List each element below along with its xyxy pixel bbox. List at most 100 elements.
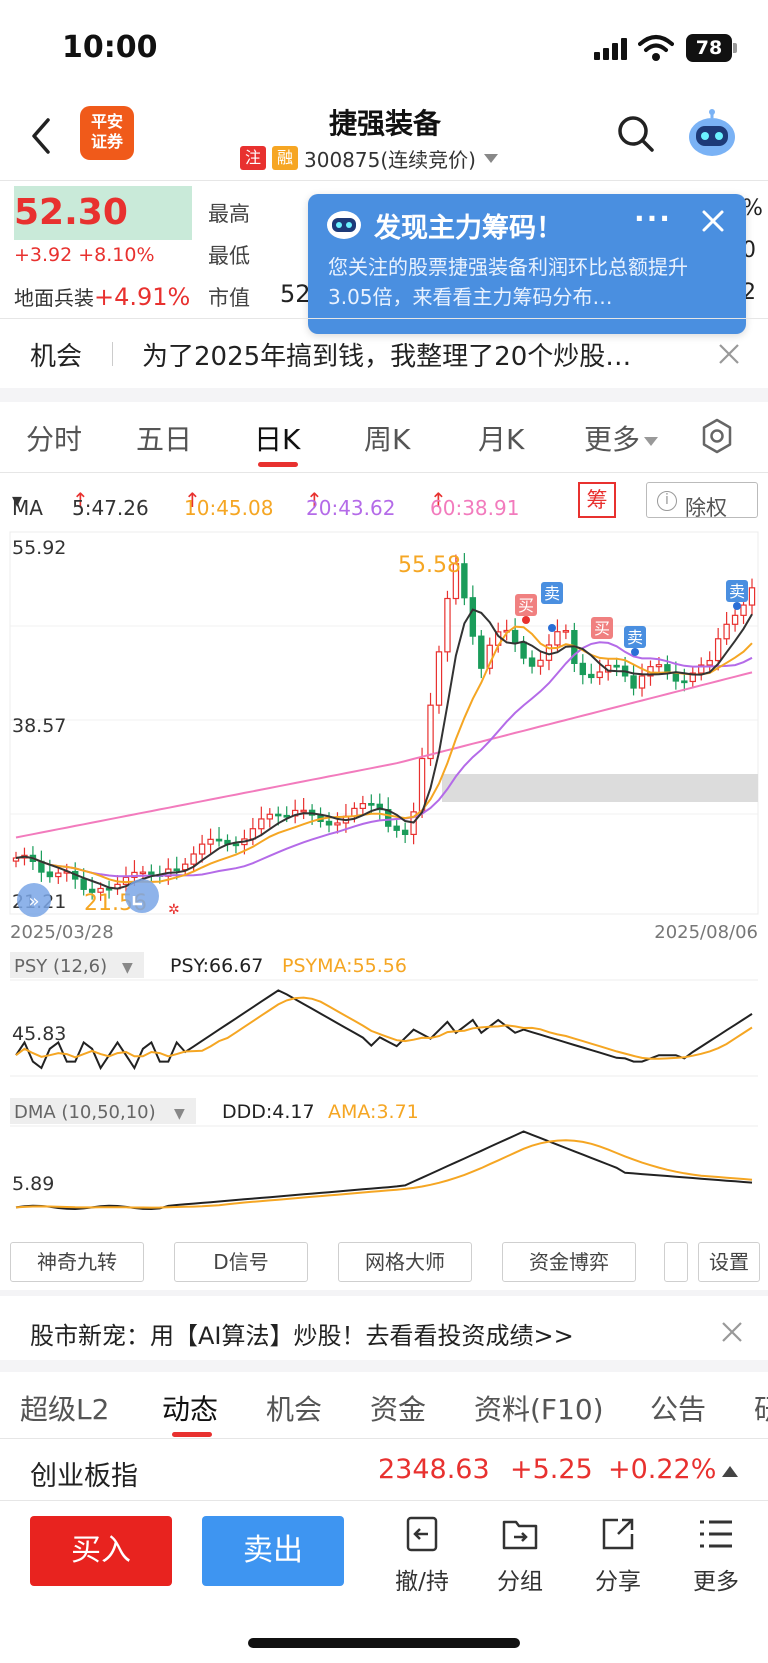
cellular-signal-icon	[594, 38, 627, 60]
share-button[interactable]: 分享	[578, 1514, 658, 1596]
current-price: 52.30	[14, 192, 128, 233]
ma-label: MA	[12, 496, 43, 520]
candle-up	[418, 757, 426, 813]
stock-code-selector[interactable]: 注 融 300875(连续竞价)	[240, 144, 498, 172]
close-icon[interactable]	[717, 342, 741, 366]
more-button[interactable]: 更多	[676, 1514, 756, 1596]
ma20-text: 20:43.62	[306, 496, 396, 520]
candle-down	[469, 597, 477, 637]
tab-five-day[interactable]: 五日	[136, 418, 192, 458]
registration-tag: 注	[240, 146, 266, 170]
kline-frame	[9, 531, 759, 915]
buy-signal-marker: 买	[591, 617, 613, 639]
cancel-order-icon	[406, 1516, 438, 1552]
chart-fullscreen-button	[125, 879, 159, 913]
info-icon: i	[657, 491, 677, 511]
ai-promo-banner[interactable]: 股市新宠：用【AI算法】炒股！去看看投资成绩>>	[0, 1298, 768, 1366]
chevron-down-icon: ▼	[122, 960, 133, 976]
close-icon[interactable]	[720, 1320, 744, 1344]
tool-overflow-button[interactable]	[664, 1242, 688, 1282]
back-arrow-icon[interactable]	[26, 116, 56, 156]
ama-value: AMA:3.71	[328, 1101, 419, 1123]
margin-tag: 融	[272, 146, 298, 170]
chip-distribution-button[interactable]: 筹	[578, 482, 616, 518]
group-button[interactable]: 分组	[480, 1514, 560, 1596]
share-label: 分享	[595, 1569, 641, 1595]
ma60-text: 60:38.91	[430, 496, 520, 520]
cancel-hold-label: 撤/持	[395, 1569, 449, 1595]
sector-change[interactable]: 地面兵装+4.91%	[14, 282, 190, 311]
popup-message: 您关注的股票捷强装备利润环比总额提升3.05倍，来看看主力筹码分布…	[328, 255, 688, 309]
stock-header: 平安 证券 捷强装备 注 融 300875(连续竞价)	[0, 96, 768, 180]
sell-signal-text: 卖	[544, 584, 560, 603]
candle-up	[596, 671, 603, 679]
tab-weekly-k[interactable]: 周K	[364, 418, 410, 458]
candle-up	[266, 813, 273, 820]
tab-capital[interactable]: 资金	[370, 1388, 426, 1428]
candle-down	[173, 868, 180, 872]
candle-up	[55, 872, 62, 878]
opportunity-news-bar[interactable]: 机会 为了2025年搞到钱，我整理了20个炒股…	[0, 320, 768, 386]
ma10-text: 10:45.08	[184, 496, 274, 520]
sell-signal-marker: 卖	[726, 580, 748, 602]
battery-tip	[733, 43, 737, 53]
tools-settings-button[interactable]: 设置	[698, 1242, 760, 1282]
tab-news-feed[interactable]: 动态	[162, 1388, 218, 1428]
magic-nine-button[interactable]: 神奇九转	[10, 1242, 144, 1282]
chart-period-tabs: 分时 五日 日K 周K 月K 更多	[0, 404, 768, 470]
more-icon[interactable]: ···	[634, 202, 672, 235]
candle-up	[427, 704, 434, 760]
search-icon[interactable]	[616, 114, 656, 154]
tab-daily-k[interactable]: 日K	[254, 418, 300, 458]
kline-y-top: 55.92	[12, 537, 66, 559]
grid-master-button[interactable]: 网格大师	[338, 1242, 472, 1282]
sell-dot	[631, 648, 639, 656]
tab-announcement[interactable]: 公告	[650, 1388, 706, 1428]
tab-monthly-k[interactable]: 月K	[478, 418, 524, 458]
home-indicator	[248, 1638, 520, 1648]
ddd-value: DDD:4.17	[222, 1101, 315, 1123]
gap-zone	[442, 774, 758, 802]
section-gap	[0, 388, 768, 402]
ai-assistant-robot-icon[interactable]	[686, 108, 738, 160]
tab-super-l2[interactable]: 超级L2	[20, 1388, 109, 1428]
candle-down	[325, 820, 333, 826]
ma10-value: 10:45.08 ↑	[184, 488, 273, 520]
candle-down	[681, 680, 688, 684]
index-ticker-row[interactable]: 创业板指 2348.63 +5.25 +0.22%	[0, 1440, 768, 1500]
kline-max-label: 55.58	[398, 553, 461, 578]
promo-text[interactable]: 股市新宠：用【AI算法】炒股！去看看投资成绩>>	[30, 1316, 574, 1351]
tab-f10[interactable]: 资料(F10)	[474, 1388, 604, 1428]
candle-up	[139, 871, 147, 875]
candle-up	[359, 802, 367, 809]
candle-up	[731, 614, 739, 625]
candle-up	[198, 843, 206, 855]
tab-more[interactable]: 更多	[584, 418, 659, 458]
tab-research[interactable]: 研	[754, 1388, 768, 1428]
chip-alert-popup[interactable]: 发现主力筹码！ ··· 您关注的股票捷强装备利润环比总额提升3.05倍，来看看主…	[308, 194, 746, 334]
cancel-hold-button[interactable]: 撤/持	[382, 1514, 462, 1596]
chevron-up-icon[interactable]	[722, 1466, 738, 1477]
news-text[interactable]: 为了2025年搞到钱，我整理了20个炒股…	[142, 336, 682, 373]
ma5-line	[15, 608, 753, 890]
index-value: 2348.63	[378, 1454, 490, 1485]
buy-dot	[522, 616, 530, 624]
candle-up	[562, 630, 570, 633]
candle-down	[401, 829, 409, 836]
capital-game-button[interactable]: 资金博弈	[502, 1242, 636, 1282]
gear-icon[interactable]	[700, 418, 734, 454]
tab-intraday[interactable]: 分时	[26, 418, 82, 458]
candle-down	[148, 871, 155, 876]
d-signal-button[interactable]: D信号	[174, 1242, 308, 1282]
ex-rights-button[interactable]: i 除权	[646, 482, 758, 520]
kline-chart-area[interactable]: 55.92 38.57 21.21 55.58 21.56 买 卖 买 卖 卖	[0, 524, 768, 1236]
sell-signal-marker: 卖	[624, 626, 646, 648]
ma-selector[interactable]: MA ▾	[12, 488, 43, 520]
sell-button[interactable]: 卖出	[202, 1516, 344, 1586]
wifi-icon	[638, 35, 674, 61]
buy-button[interactable]: 买入	[30, 1516, 172, 1586]
tab-opportunity[interactable]: 机会	[266, 1388, 322, 1428]
candle-up	[435, 651, 443, 706]
ma5-text: 5:47.26	[72, 496, 149, 520]
close-icon[interactable]	[700, 208, 726, 234]
